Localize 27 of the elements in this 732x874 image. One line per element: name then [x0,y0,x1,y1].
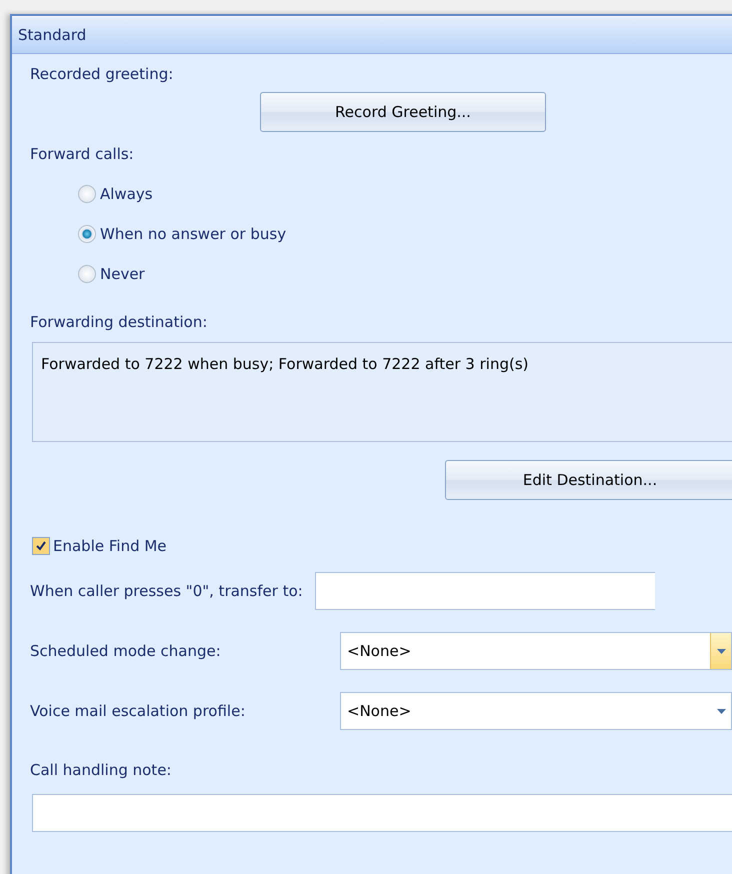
field-label: Forward calls: [30,144,134,164]
radio-label[interactable]: When no answer or busy [100,224,286,244]
field-label: Forwarding destination: [30,312,208,332]
caret-icon [716,648,726,654]
field-label: Scheduled mode change: [30,641,221,661]
dropdown[interactable]: <None> [340,692,732,730]
radio-button[interactable] [78,265,96,283]
transfer-input-field[interactable] [314,572,655,610]
edit-destination-button[interactable]: Edit Destination... [445,460,732,500]
note-input-field[interactable] [32,794,732,832]
radio-label[interactable]: Always [100,184,153,204]
field-label: Voice mail escalation profile: [30,701,246,721]
dropdown-button[interactable] [710,633,731,669]
radio-button[interactable] [78,185,96,203]
checkbox-label[interactable]: Enable Find Me [53,536,167,556]
radio-button[interactable] [78,225,96,243]
record-greeting-button[interactable]: Record Greeting... [260,92,546,132]
field-label: When caller presses "0", transfer to: [30,581,303,601]
check-icon [35,540,47,552]
caret-icon [716,708,726,714]
dropdown[interactable]: <None> [340,632,732,670]
destination-box: Forwarded to 7222 when busy; Forwarded to 7222 after 3 ring(s) [32,342,732,442]
checkbox[interactable] [32,537,50,555]
radio-label[interactable]: Never [100,264,145,284]
field-label: Call handling note: [30,760,172,780]
field-label: Recorded greeting: [30,64,174,84]
panel-header: Standard [12,16,732,54]
